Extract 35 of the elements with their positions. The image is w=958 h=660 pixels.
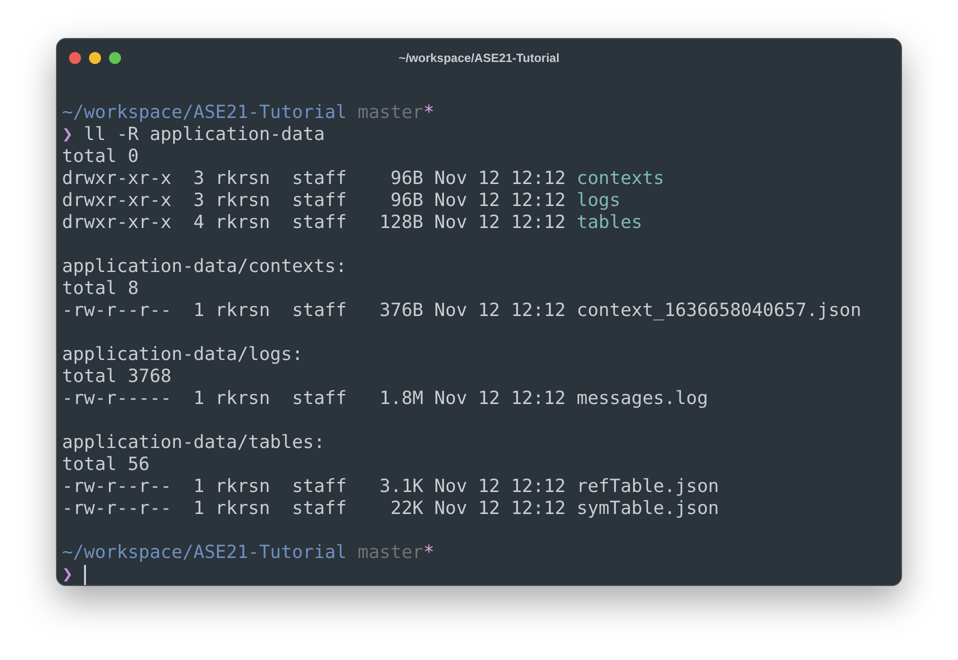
- prompt-symbol: ❯: [62, 124, 73, 145]
- directory-name: logs: [576, 190, 620, 211]
- output-text: application-data/logs:: [62, 344, 303, 365]
- git-branch: master: [358, 102, 424, 123]
- output-text: total 8: [62, 278, 139, 299]
- file-name: context_1636658040657.json: [576, 300, 862, 321]
- listing-info: drwxr-xr-x 4 rkrsn staff 128B Nov 12 12:12: [62, 212, 567, 233]
- window-title: ~/workspace/ASE21-Tutorial: [398, 51, 560, 65]
- output-text: total 3768: [62, 366, 172, 387]
- zoom-button[interactable]: [109, 52, 121, 64]
- listing-info: drwxr-xr-x 3 rkrsn staff 96B Nov 12 12:12: [62, 190, 567, 211]
- text-cursor: [84, 565, 86, 585]
- git-branch: master: [358, 542, 424, 563]
- close-button[interactable]: [69, 52, 81, 64]
- listing-info: -rw-r--r-- 1 rkrsn staff 3.1K Nov 12 12:12: [62, 476, 567, 497]
- listing-info: -rw-r----- 1 rkrsn staff 1.8M Nov 12 12:12: [62, 388, 567, 409]
- output-text: total 0: [62, 146, 139, 167]
- file-name: refTable.json: [576, 476, 719, 497]
- output-text: total 56: [62, 454, 150, 475]
- directory-name: contexts: [576, 168, 664, 189]
- file-name: symTable.json: [576, 498, 719, 519]
- listing-info: drwxr-xr-x 3 rkrsn staff 96B Nov 12 12:12: [62, 168, 567, 189]
- output-text: application-data/tables:: [62, 432, 325, 453]
- dirty-marker: *: [423, 102, 434, 123]
- directory-name: tables: [576, 212, 642, 233]
- output-text: application-data/contexts:: [62, 256, 347, 277]
- prompt-path: ~/workspace/ASE21-Tutorial: [62, 542, 347, 563]
- listing-info: -rw-r--r-- 1 rkrsn staff 22K Nov 12 12:12: [62, 498, 567, 519]
- listing-info: -rw-r--r-- 1 rkrsn staff 376B Nov 12 12:12: [62, 300, 567, 321]
- prompt-symbol: ❯: [62, 564, 73, 585]
- file-name: messages.log: [576, 388, 708, 409]
- dirty-marker: *: [423, 542, 434, 563]
- prompt-path: ~/workspace/ASE21-Tutorial: [62, 102, 347, 123]
- command-text: ll -R application-data: [84, 124, 325, 145]
- minimize-button[interactable]: [89, 52, 101, 64]
